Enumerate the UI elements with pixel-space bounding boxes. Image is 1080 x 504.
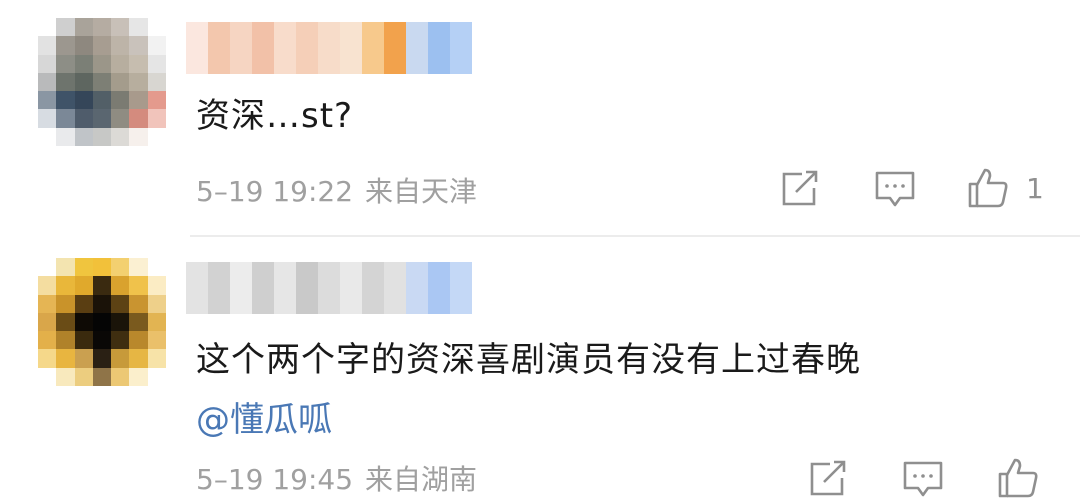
avatar-pixel <box>74 294 93 313</box>
avatar-pixel <box>38 312 57 332</box>
username-pixel <box>274 262 296 314</box>
avatar-pixel <box>56 331 75 350</box>
avatar-pixel <box>74 276 93 295</box>
avatar-pixel <box>38 276 57 295</box>
avatar-pixel <box>129 349 148 368</box>
avatar-pixel <box>74 349 93 368</box>
like-button[interactable] <box>996 456 1040 500</box>
avatar-pixel <box>147 367 166 386</box>
avatar-pixel <box>38 258 57 277</box>
avatar[interactable] <box>38 258 166 386</box>
username-pixel <box>208 262 230 314</box>
avatar-pixel <box>92 294 112 313</box>
avatar-pixel <box>147 294 166 313</box>
comment-location: 来自湖南 <box>365 463 478 496</box>
avatar-pixel <box>92 276 112 295</box>
avatar-pixel <box>147 331 166 350</box>
comment-date: 5–19 19:45 <box>196 463 354 496</box>
mention-link[interactable]: @懂瓜呱 <box>196 392 332 441</box>
avatar-pixel <box>147 349 166 368</box>
avatar-pixel <box>111 258 130 277</box>
avatar-pixel <box>56 312 75 332</box>
avatar-pixel <box>129 294 148 313</box>
username-pixel <box>318 262 340 314</box>
avatar-pixel <box>38 331 57 350</box>
avatar-pixel <box>129 276 148 295</box>
comment-meta: 5–19 19:45 来自湖南 <box>196 458 477 498</box>
username-pixel <box>450 262 472 314</box>
username-pixel <box>428 262 450 314</box>
avatar-pixel <box>74 331 93 350</box>
username-pixel <box>384 262 406 314</box>
avatar-pixel <box>56 367 75 386</box>
avatar-pixel <box>111 312 130 332</box>
username-pixel <box>406 262 428 314</box>
username-pixel <box>252 262 274 314</box>
username-pixel <box>296 262 318 314</box>
avatar-pixel <box>56 258 75 277</box>
avatar-pixel <box>129 258 148 277</box>
comment-text: 这个两个字的资深喜剧演员有没有上过春晚 <box>196 340 861 380</box>
avatar-pixel <box>147 258 166 277</box>
username-pixel <box>230 262 252 314</box>
share-button[interactable] <box>808 460 848 498</box>
avatar-pixel <box>111 276 130 295</box>
thumbs-up-icon <box>998 458 1038 498</box>
avatar-pixel <box>92 331 112 350</box>
avatar-pixel <box>38 294 57 313</box>
avatar-pixel <box>92 349 112 368</box>
username-blurred[interactable] <box>186 262 472 314</box>
avatar-pixel <box>129 367 148 386</box>
username-pixel <box>362 262 384 314</box>
avatar-pixel <box>56 294 75 313</box>
avatar-pixel <box>129 331 148 350</box>
avatar-pixel <box>38 367 57 386</box>
avatar-pixel <box>92 367 112 386</box>
avatar-pixel <box>92 312 112 332</box>
avatar-pixel <box>147 312 166 332</box>
avatar-pixel <box>74 367 93 386</box>
comment-button[interactable] <box>902 460 944 500</box>
avatar-pixel <box>147 276 166 295</box>
avatar-pixel <box>111 367 130 386</box>
avatar-pixel <box>129 312 148 332</box>
avatar-pixel <box>56 276 75 295</box>
comment-icon <box>903 461 943 497</box>
share-icon <box>810 460 846 496</box>
username-pixel <box>186 262 208 314</box>
avatar-pixel <box>111 294 130 313</box>
avatar-pixel <box>56 349 75 368</box>
comment-item: 这个两个字的资深喜剧演员有没有上过春晚 @懂瓜呱 5–19 19:45 来自湖南 <box>0 0 1080 498</box>
avatar-pixel <box>74 312 93 332</box>
avatar-pixel <box>38 349 57 368</box>
avatar-pixel <box>74 258 93 277</box>
avatar-pixel <box>92 258 112 277</box>
avatar-pixel <box>111 331 130 350</box>
avatar-pixel <box>111 349 130 368</box>
username-pixel <box>340 262 362 314</box>
